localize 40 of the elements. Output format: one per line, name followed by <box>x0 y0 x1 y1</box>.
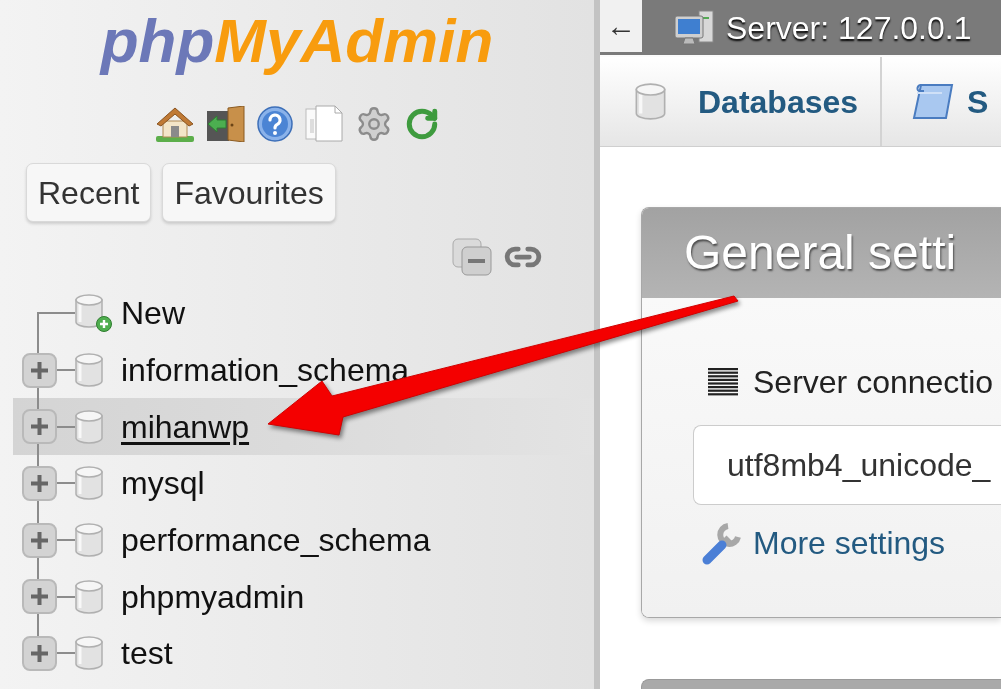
database-link[interactable]: information_schema <box>121 350 410 391</box>
plus-box-icon[interactable] <box>22 522 57 558</box>
database-link[interactable]: test <box>121 633 173 674</box>
sidebar-button[interactable]: Recent <box>26 163 152 222</box>
plus-box-icon[interactable] <box>22 465 57 501</box>
nav-tab[interactable]: Databases <box>600 57 882 146</box>
lines-icon <box>708 368 738 396</box>
computer-icon <box>674 8 714 47</box>
database-plus-icon <box>75 294 112 333</box>
home-icon[interactable] <box>155 105 194 142</box>
panel-header: General setti <box>642 208 1001 298</box>
database-icon <box>75 466 103 501</box>
collapse-all-icon[interactable] <box>452 237 492 276</box>
sidebar-button[interactable]: Favourites <box>162 163 336 222</box>
database-link[interactable]: mysql <box>121 463 205 504</box>
more-settings-link[interactable]: More settings <box>753 518 946 567</box>
collation-select[interactable]: utf8mb4_unicode_ <box>693 425 1001 505</box>
database-link[interactable]: performance_schema <box>121 520 431 561</box>
database-link[interactable]: mihanwp <box>121 406 250 447</box>
database-icon <box>75 409 103 444</box>
back-button[interactable]: ← <box>600 0 642 52</box>
scroll-icon <box>912 82 954 121</box>
wrench-icon <box>702 520 743 565</box>
plus-box-icon[interactable] <box>22 409 57 445</box>
field-label: Server connectio <box>753 363 994 402</box>
help-icon[interactable] <box>256 105 293 142</box>
database-icon <box>75 579 103 614</box>
database-icon <box>75 523 103 558</box>
plus-box-icon[interactable] <box>22 635 57 671</box>
refresh-icon[interactable] <box>404 106 439 141</box>
database-link[interactable]: phpmyadmin <box>121 576 305 617</box>
database-icon <box>635 83 666 120</box>
database-icon <box>75 636 103 671</box>
database-icon <box>75 353 103 388</box>
nav-tab[interactable]: S <box>882 57 1001 146</box>
plus-box-icon[interactable] <box>22 352 57 388</box>
new-database-link[interactable]: New <box>121 293 185 334</box>
breadcrumb-link[interactable]: Server: 127.0.0.1 <box>726 3 972 52</box>
exit-door-icon[interactable] <box>205 105 245 142</box>
plus-box-icon[interactable] <box>22 579 57 615</box>
